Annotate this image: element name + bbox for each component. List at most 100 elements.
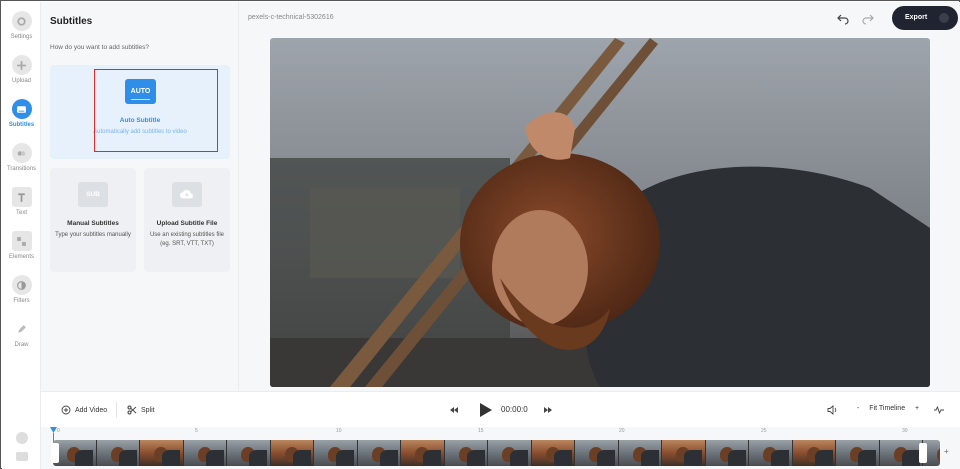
timecode: 00:00:0	[501, 405, 528, 414]
thumbnail-frame	[53, 440, 97, 466]
editor-main: pexels-c-technical-5302616 Export	[239, 2, 960, 391]
volume-icon[interactable]	[827, 405, 838, 415]
app-window: Settings Upload Subtitles Transitions Te…	[0, 0, 960, 469]
thumbnail-frame	[575, 440, 619, 466]
waveform-icon[interactable]	[934, 405, 944, 415]
thumbnail-frame	[270, 440, 314, 466]
cloud-upload-icon	[172, 182, 202, 207]
text-icon	[11, 187, 32, 207]
plus-circle-icon	[61, 405, 71, 415]
clip-end-handle[interactable]	[919, 443, 927, 463]
tick-label: 30	[902, 428, 908, 434]
rail-label: Upload	[11, 78, 31, 84]
manual-subtitles-card[interactable]: SUB Manual Subtitles Type your subtitles…	[50, 168, 136, 272]
thumbnail-frame	[96, 440, 140, 466]
zoom-in-icon[interactable]: +	[915, 405, 919, 412]
thumbnail-frame	[314, 440, 358, 466]
thumbnail-frame	[792, 440, 836, 466]
skip-back-icon[interactable]	[450, 406, 458, 414]
play-button[interactable]	[479, 402, 493, 418]
rail-item-settings[interactable]: Settings	[2, 11, 41, 40]
rail-label: Transitions	[6, 166, 37, 172]
tool-rail: Settings Upload Subtitles Transitions Te…	[2, 2, 41, 469]
thumbnail-frame	[140, 440, 184, 466]
thumbnail-frame	[227, 440, 271, 466]
subtitles-icon	[11, 99, 32, 119]
subtitles-panel: Subtitles How do you want to add subtitl…	[41, 2, 239, 391]
rail-label: Settings	[10, 34, 33, 40]
thumbnail-frame	[749, 440, 793, 466]
file-name: pexels-c-technical-5302616	[248, 14, 334, 21]
auto-subtitle-desc: Automatically add subtitles to video	[93, 129, 187, 135]
timeline-ruler: 0 5 10 15 20 25 30	[41, 427, 960, 437]
tick-label: 5	[195, 428, 198, 434]
zoom-control[interactable]: - Fit Timeline +	[857, 405, 919, 412]
tick-label: 0	[57, 428, 60, 434]
rail-item-filters[interactable]: Filters	[2, 275, 41, 304]
add-video-label: Add Video	[75, 406, 108, 414]
gear-icon	[11, 11, 32, 31]
upload-subtitle-title: Upload Subtitle File	[156, 220, 218, 227]
add-video-button[interactable]: Add Video	[61, 405, 107, 415]
filters-icon	[11, 275, 32, 295]
thumbnail-frame	[183, 440, 227, 466]
thumbnail-frame	[618, 440, 662, 466]
rail-label: Elements	[8, 254, 34, 260]
tick-label: 20	[619, 428, 625, 434]
rail-label: Text	[15, 210, 27, 216]
rail-item-transitions[interactable]: Transitions	[2, 143, 41, 172]
scissors-icon	[127, 405, 137, 415]
thumbnail-frame	[401, 440, 445, 466]
highlight-box	[94, 69, 218, 152]
help-button[interactable]	[2, 432, 41, 444]
upload-icon	[939, 13, 949, 23]
split-button[interactable]: Split	[127, 405, 155, 415]
thumbnail-frame	[488, 440, 532, 466]
video-preview[interactable]	[270, 38, 930, 387]
timeline: 0 5 10 15 20 25 30 +	[41, 427, 960, 469]
panel-question: How do you want to add subtitles?	[50, 44, 150, 51]
skip-forward-icon[interactable]	[544, 406, 552, 414]
auto-icon: AUTO	[125, 79, 156, 104]
export-button[interactable]: Export	[892, 6, 958, 30]
add-track-icon[interactable]: +	[944, 447, 949, 456]
rail-item-elements[interactable]: Elements	[2, 231, 41, 260]
redo-icon[interactable]	[861, 11, 875, 25]
fit-timeline-label: Fit Timeline	[869, 405, 906, 412]
manual-subtitles-title: Manual Subtitles	[67, 220, 119, 227]
auto-subtitle-card[interactable]: AUTO Auto Subtitle Automatically add sub…	[50, 65, 230, 159]
rail-item-subtitles[interactable]: Subtitles	[2, 99, 41, 128]
help-icon	[15, 432, 28, 444]
keyboard-icon	[15, 452, 28, 461]
rail-item-text[interactable]: Text	[2, 187, 41, 216]
undo-icon[interactable]	[836, 11, 850, 25]
rail-label: Draw	[14, 342, 29, 348]
zoom-out-icon[interactable]: -	[857, 405, 859, 412]
video-frame-image	[270, 38, 930, 387]
elements-icon	[11, 231, 32, 251]
tick-label: 25	[761, 428, 767, 434]
thumbnail-frame	[662, 440, 706, 466]
auto-subtitle-title: Auto Subtitle	[119, 117, 161, 124]
rail-label: Filters	[13, 298, 30, 304]
rail-item-draw[interactable]: Draw	[2, 319, 41, 348]
upload-subtitle-desc: Use an existing subtitles file (eg. SRT,…	[149, 232, 225, 247]
rail-label: Subtitles	[8, 122, 35, 128]
tick-label: 15	[478, 428, 484, 434]
thumbnail-frame	[879, 440, 923, 466]
tick-label: 10	[336, 428, 342, 434]
thumbnail-frame	[705, 440, 749, 466]
sub-icon: SUB	[78, 182, 108, 207]
clip-start-handle[interactable]	[51, 443, 59, 463]
keyboard-shortcuts-button[interactable]	[2, 452, 41, 461]
rail-item-upload[interactable]: Upload	[2, 55, 41, 84]
thumbnail-frame	[531, 440, 575, 466]
thumbnail-frame	[357, 440, 401, 466]
video-track-clip[interactable]	[53, 440, 940, 466]
playback-controls: Add Video Split 00:00:0 - Fit Timeline +	[41, 391, 960, 427]
transitions-icon	[11, 143, 32, 163]
thumbnail-frame	[836, 440, 880, 466]
export-label: Export	[905, 14, 928, 21]
split-label: Split	[141, 406, 155, 414]
upload-subtitle-file-card[interactable]: Upload Subtitle File Use an existing sub…	[144, 168, 230, 272]
